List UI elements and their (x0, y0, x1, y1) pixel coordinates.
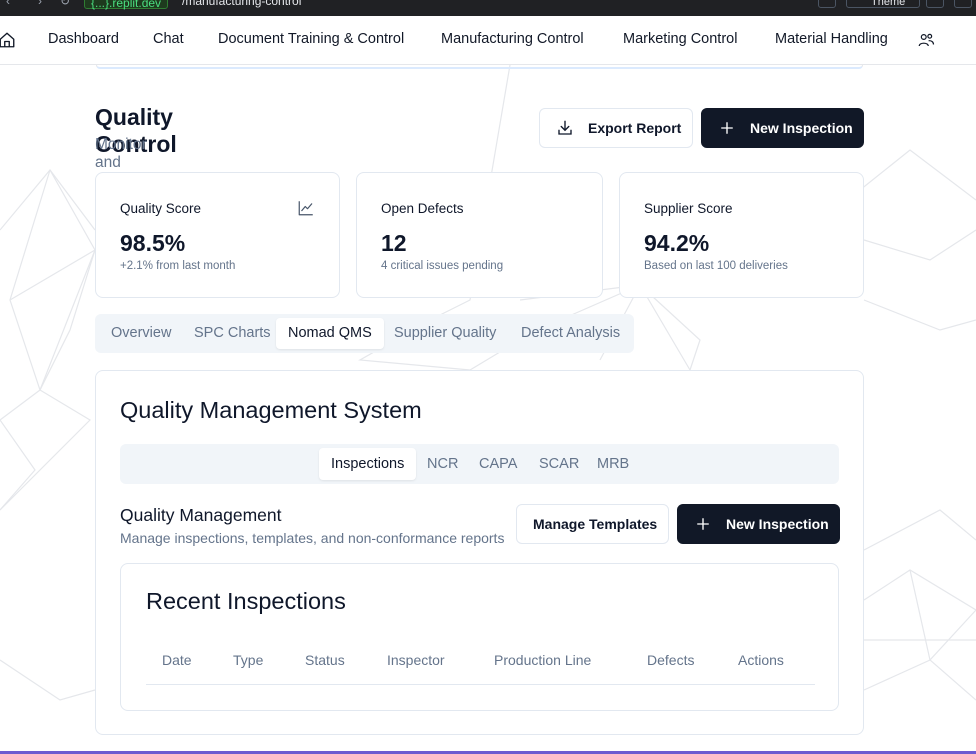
url-host-badge[interactable]: {...}.replit.dev (84, 0, 169, 10)
recent-inspections-title: Recent Inspections (146, 588, 346, 614)
top-navigation: Dashboard Chat Document Training & Contr… (0, 16, 976, 65)
stat-card-quality-score: Quality Score 98.5% +2.1% from last mont… (95, 172, 340, 298)
stat-label: Supplier Score (644, 201, 733, 216)
stat-card-open-defects: Open Defects 12 4 critical issues pendin… (356, 172, 603, 298)
subtab-inspections[interactable]: Inspections (319, 448, 417, 480)
stat-label: Quality Score (120, 201, 202, 216)
stat-value: 94.2% (644, 230, 710, 256)
qms-subtabs: Inspections NCR CAPA SCAR MRB (120, 444, 839, 484)
browser-extension-button[interactable] (818, 0, 836, 8)
browser-toolbar: ‹ › ↻ {...}.replit.dev /manufacturing-co… (0, 0, 976, 16)
column-header-inspector[interactable]: Inspector (387, 652, 445, 668)
column-header-type[interactable]: Type (233, 652, 263, 668)
tab-spc-charts[interactable]: SPC Charts (182, 318, 283, 349)
column-header-date[interactable]: Date (162, 652, 192, 668)
plus-icon (697, 518, 709, 530)
recent-inspections-card: Recent Inspections Date Type Status Insp… (120, 563, 839, 711)
browser-back-icon[interactable]: ‹ (6, 0, 10, 8)
dropdown-edge (96, 65, 863, 69)
nav-item-dashboard[interactable]: Dashboard (48, 31, 119, 47)
trend-line-icon (298, 201, 313, 216)
section-title: Quality Management (120, 505, 282, 525)
tab-nomad-qms[interactable]: Nomad QMS (276, 318, 384, 349)
export-report-label: Export Report (588, 120, 682, 136)
stat-note: 4 critical issues pending (381, 260, 504, 272)
inspections-table-header: Date Type Status Inspector Production Li… (146, 640, 815, 685)
subtab-ncr[interactable]: NCR (415, 448, 470, 480)
tab-overview[interactable]: Overview (99, 318, 183, 349)
column-header-defects[interactable]: Defects (647, 652, 694, 668)
qms-new-inspection-button[interactable]: New Inspection (677, 504, 840, 544)
section-description: Manage inspections, templates, and non-c… (120, 530, 505, 546)
browser-reload-icon[interactable]: ↻ (60, 0, 70, 8)
manage-templates-button[interactable]: Manage Templates (516, 504, 669, 544)
home-icon[interactable] (0, 31, 16, 49)
stat-note: +2.1% from last month (120, 260, 236, 272)
qms-title: Quality Management System (120, 397, 422, 423)
stat-card-supplier-score: Supplier Score 94.2% Based on last 100 d… (619, 172, 864, 298)
browser-menu-button[interactable] (954, 0, 972, 8)
url-path[interactable]: /manufacturing-control (182, 0, 301, 8)
qms-panel: Quality Management System Inspections NC… (95, 370, 864, 735)
manage-templates-label: Manage Templates (533, 516, 658, 532)
new-inspection-button[interactable]: New Inspection (701, 108, 864, 148)
users-icon[interactable] (917, 31, 935, 49)
new-inspection-label: New Inspection (750, 120, 853, 136)
stat-note: Based on last 100 deliveries (644, 260, 788, 272)
stat-value: 12 (381, 230, 407, 256)
nav-item-manufacturing-control[interactable]: Manufacturing Control (441, 31, 584, 47)
browser-edit-button[interactable] (926, 0, 944, 8)
download-icon (558, 120, 572, 135)
column-header-status[interactable]: Status (305, 652, 345, 668)
export-report-button[interactable]: Export Report (539, 108, 693, 148)
nav-item-document-training[interactable]: Document Training & Control (218, 31, 404, 47)
subtab-mrb[interactable]: MRB (585, 448, 641, 480)
column-header-actions[interactable]: Actions (738, 652, 784, 668)
tab-supplier-quality[interactable]: Supplier Quality (382, 318, 508, 349)
nav-item-material-handling[interactable]: Material Handling (775, 31, 888, 47)
nav-item-marketing-control[interactable]: Marketing Control (623, 31, 737, 47)
stat-label: Open Defects (381, 201, 464, 216)
plus-icon (721, 122, 733, 134)
theme-button[interactable]: Theme (846, 0, 920, 8)
qms-new-inspection-label: New Inspection (726, 516, 829, 532)
quality-tabs: Overview SPC Charts Nomad QMS Supplier Q… (95, 314, 634, 353)
column-header-production-line[interactable]: Production Line (494, 652, 591, 668)
subtab-scar[interactable]: SCAR (527, 448, 591, 480)
nav-item-chat[interactable]: Chat (153, 31, 184, 47)
stat-value: 98.5% (120, 230, 186, 256)
browser-forward-icon[interactable]: › (38, 0, 42, 8)
tab-defect-analysis[interactable]: Defect Analysis (509, 318, 632, 349)
subtab-capa[interactable]: CAPA (467, 448, 529, 480)
